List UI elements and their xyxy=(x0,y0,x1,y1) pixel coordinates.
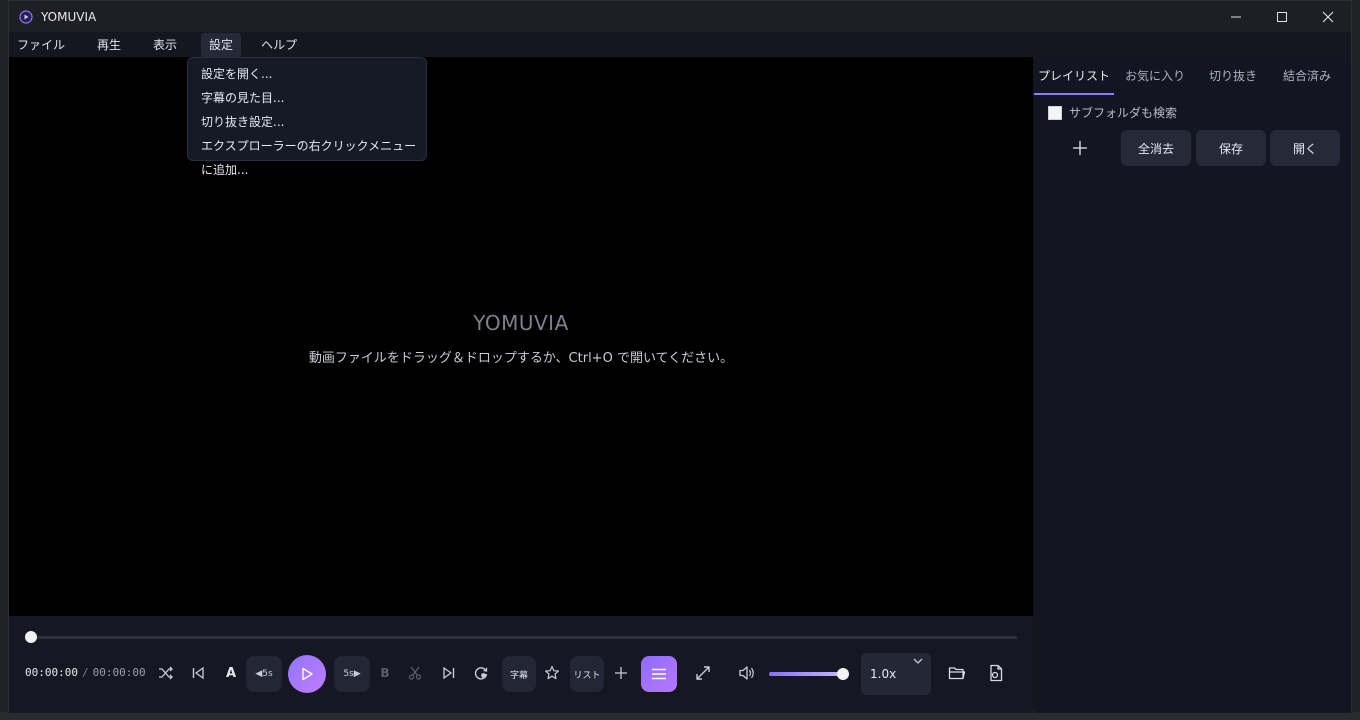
close-icon xyxy=(1322,11,1334,22)
app-window: YOMUVIA ファイル 再生 表示 設定 ヘルプ 設定を開く... 字幕の見た… xyxy=(8,0,1352,713)
previous-button[interactable] xyxy=(189,664,207,682)
menu-bar: ファイル 再生 表示 設定 ヘルプ xyxy=(9,32,1351,57)
video-drop-hint: 動画ファイルをドラッグ＆ドロップするか、Ctrl+O で開いてください。 xyxy=(308,351,734,366)
playlist-menu-button[interactable] xyxy=(641,656,677,692)
menu-help[interactable]: ヘルプ xyxy=(253,33,305,57)
time-separator: / xyxy=(81,666,89,679)
speaker-icon xyxy=(739,666,754,680)
seek-bar[interactable] xyxy=(31,636,1017,639)
ab-point-b-button[interactable]: B xyxy=(377,664,393,682)
plus-icon xyxy=(615,667,627,679)
tab-playlist[interactable]: プレイリスト xyxy=(1034,57,1114,95)
menu-file[interactable]: ファイル xyxy=(9,33,73,57)
favorite-button[interactable] xyxy=(543,664,561,682)
total-time: 00:00:00 xyxy=(92,666,146,679)
minimize-icon xyxy=(1231,16,1241,17)
hamburger-icon xyxy=(652,668,666,680)
video-area[interactable]: YOMUVIA 動画ファイルをドラッグ＆ドロップするか、Ctrl+O で開いてく… xyxy=(9,57,1033,616)
side-tabs: プレイリスト お気に入り 切り抜き 結合済み xyxy=(1034,57,1351,95)
plus-icon xyxy=(1073,141,1087,155)
speed-select[interactable]: 1.0x xyxy=(861,653,931,695)
minimize-button[interactable] xyxy=(1213,1,1259,32)
open-folder-button[interactable] xyxy=(947,664,967,682)
shuffle-icon xyxy=(159,666,173,680)
open-playlist-button[interactable]: 開く xyxy=(1270,130,1340,166)
menu-playback[interactable]: 再生 xyxy=(89,33,129,57)
speed-value: 1.0x xyxy=(870,667,897,681)
open-file-button[interactable] xyxy=(987,664,1005,682)
title-bar[interactable]: YOMUVIA xyxy=(9,1,1351,32)
current-time: 00:00:00 xyxy=(25,666,78,679)
next-button[interactable] xyxy=(440,664,458,682)
menu-add-explorer-context[interactable]: エクスプローラーの右クリックメニューに追加... xyxy=(188,134,426,177)
add-button[interactable] xyxy=(612,664,630,682)
add-to-playlist-button[interactable] xyxy=(1045,130,1115,166)
rewind-5s-button[interactable]: ◀5s xyxy=(246,656,282,692)
maximize-icon xyxy=(1277,11,1287,22)
menu-open-settings[interactable]: 設定を開く... xyxy=(188,62,426,86)
window-title: YOMUVIA xyxy=(41,9,97,24)
menu-clip-settings[interactable]: 切り抜き設定... xyxy=(188,110,426,134)
play-icon xyxy=(302,667,313,681)
subfolder-label: サブフォルダも検索 xyxy=(1069,106,1178,120)
subtitle-button[interactable]: 字幕 xyxy=(502,656,536,692)
player-controls: 00:00:00/00:00:00 A ◀5s 5s▶ B 字幕 リスト 1.0… xyxy=(9,616,1033,713)
seek-thumb[interactable] xyxy=(25,631,37,643)
close-window-button[interactable] xyxy=(1305,1,1351,32)
side-panel: プレイリスト お気に入り 切り抜き 結合済み サブフォルダも検索 全消去 保存 … xyxy=(1034,57,1351,713)
cut-button[interactable] xyxy=(406,664,424,682)
clear-all-button[interactable]: 全消去 xyxy=(1121,130,1191,166)
subfolder-checkbox[interactable] xyxy=(1048,105,1062,120)
volume-thumb[interactable] xyxy=(837,668,849,680)
menu-view[interactable]: 表示 xyxy=(145,33,185,57)
maximize-button[interactable] xyxy=(1259,1,1305,32)
shuffle-button[interactable] xyxy=(157,664,175,682)
skip-next-icon xyxy=(443,666,455,680)
volume-slider[interactable] xyxy=(769,672,843,676)
settings-dropdown-menu: 設定を開く... 字幕の見た目... 切り抜き設定... エクスプローラーの右ク… xyxy=(187,57,427,177)
menu-settings[interactable]: 設定 xyxy=(201,32,242,57)
scissors-icon xyxy=(408,666,422,680)
play-button[interactable] xyxy=(288,655,326,693)
star-icon xyxy=(545,665,559,680)
fullscreen-button[interactable] xyxy=(694,664,712,682)
tab-merged[interactable]: 結合済み xyxy=(1270,57,1344,95)
folder-icon xyxy=(948,667,966,680)
desktop-background-left xyxy=(0,0,8,720)
menu-subtitle-appearance[interactable]: 字幕の見た目... xyxy=(188,86,426,110)
video-brand-text: YOMUVIA xyxy=(473,311,569,335)
forward-5s-button[interactable]: 5s▶ xyxy=(334,656,370,692)
desktop-background-bottom xyxy=(0,712,1360,720)
chevron-down-icon xyxy=(913,658,923,664)
volume-button[interactable] xyxy=(737,664,757,682)
skip-previous-icon xyxy=(192,666,204,680)
time-display: 00:00:00/00:00:00 xyxy=(25,666,146,679)
expand-icon xyxy=(696,666,710,680)
subfolder-option: サブフォルダも検索 xyxy=(1048,104,1177,121)
ab-point-a-button[interactable]: A xyxy=(223,664,239,682)
app-logo-icon xyxy=(19,9,33,24)
file-search-icon xyxy=(990,664,1003,682)
repeat-icon xyxy=(474,667,488,680)
tab-clips[interactable]: 切り抜き xyxy=(1196,57,1270,95)
tab-favorites[interactable]: お気に入り xyxy=(1114,57,1196,95)
repeat-button[interactable] xyxy=(472,664,490,682)
list-button[interactable]: リスト xyxy=(570,656,604,692)
save-playlist-button[interactable]: 保存 xyxy=(1196,130,1266,166)
